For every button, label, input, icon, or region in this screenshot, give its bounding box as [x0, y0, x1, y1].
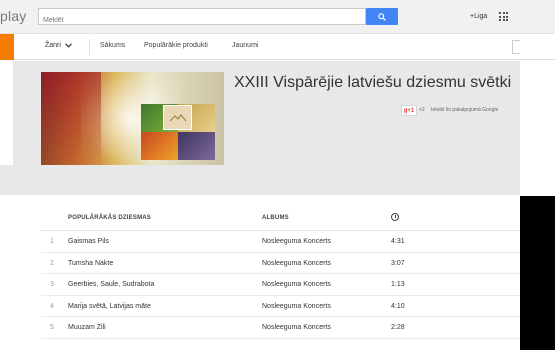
- music-section-accent: [0, 34, 14, 60]
- top-bar: play +Liga: [0, 0, 555, 34]
- category-nav-bar: Žanri Sākums Populārākie produkti Jaunum…: [0, 34, 555, 60]
- right-edge-shadow: [520, 196, 555, 350]
- song-title[interactable]: Tumsha Nakte: [68, 260, 113, 267]
- track-number: 5: [50, 324, 54, 331]
- table-row[interactable]: 1 Gaismas Pils Nosleeguma Koncerts 4:31: [41, 231, 520, 253]
- duration: 3:07: [391, 259, 405, 267]
- album-name[interactable]: Nosleeguma Koncerts: [262, 324, 331, 331]
- cover-quadrant-purple: [178, 132, 215, 160]
- cover-quadrant-orange: [141, 132, 178, 160]
- header-background-left: [0, 165, 14, 195]
- album-name[interactable]: Nosleeguma Koncerts: [262, 260, 331, 267]
- track-number: 4: [50, 302, 54, 310]
- clock-icon: [391, 213, 399, 221]
- album-name[interactable]: Nosleeguma Koncerts: [262, 238, 331, 245]
- song-title[interactable]: Geerbies, Saule, Sudrabota: [68, 281, 154, 288]
- user-profile-link[interactable]: +Liga: [470, 13, 487, 20]
- search-button[interactable]: [366, 8, 398, 25]
- genre-label: Žanri: [45, 42, 61, 49]
- nav-divider: [89, 39, 90, 55]
- apps-grid-icon[interactable]: [499, 12, 508, 21]
- album-cover-overlay: [41, 72, 101, 165]
- nav-item-top-products[interactable]: Populārākie produkti: [144, 42, 208, 49]
- search-box[interactable]: [38, 8, 366, 28]
- album-title: XXIII Vispārējie latviešu dziesmu svētki: [234, 74, 512, 91]
- table-row[interactable]: 5 Muuzam Zili Nosleeguma Koncerts 2:28: [41, 317, 520, 339]
- track-number: 1: [50, 238, 54, 245]
- table-row[interactable]: 2 Tumsha Nakte Nosleeguma Koncerts 3:07: [41, 253, 520, 274]
- nav-item-new[interactable]: Jaunumi: [232, 42, 258, 49]
- recommend-text: Ieteikt šo pakalpojumā Google: [431, 107, 499, 113]
- table-header: POPULĀRĀKĀS DZIESMAS ALBUMS: [41, 208, 520, 231]
- landscape-icon: [169, 113, 186, 121]
- plus-one-count: +2: [419, 107, 425, 113]
- left-panel: [0, 61, 14, 165]
- table-row[interactable]: 3 Geerbies, Saule, Sudrabota Nosleeguma …: [41, 274, 520, 296]
- song-title[interactable]: Marija svētā, Latvijas māte: [68, 303, 151, 310]
- track-number: 2: [50, 259, 54, 267]
- play-logo[interactable]: play: [0, 8, 26, 24]
- duration: 1:13: [391, 281, 405, 288]
- song-title[interactable]: Gaismas Pils: [68, 238, 109, 245]
- album-column-header: ALBUMS: [262, 215, 289, 221]
- chevron-down-icon: [65, 43, 72, 48]
- song-title[interactable]: Muuzam Zili: [68, 324, 106, 331]
- song-column-header: POPULĀRĀKĀS DZIESMAS: [68, 215, 152, 221]
- google-plus-one-button[interactable]: g+1: [401, 105, 417, 116]
- nav-item-home[interactable]: Sākums: [100, 42, 125, 49]
- search-icon: [378, 12, 386, 21]
- duration: 2:28: [391, 324, 405, 331]
- duration: 4:31: [391, 238, 405, 245]
- top-songs-table: POPULĀRĀKĀS DZIESMAS ALBUMS 1 Gaismas Pi…: [41, 208, 520, 339]
- album-name[interactable]: Nosleeguma Koncerts: [262, 303, 331, 310]
- album-name[interactable]: Nosleeguma Koncerts: [262, 281, 331, 288]
- duration: 4:10: [391, 302, 405, 310]
- table-row[interactable]: 4 Marija svētā, Latvijas māte Nosleeguma…: [41, 296, 520, 317]
- search-input[interactable]: [39, 13, 365, 28]
- genre-dropdown[interactable]: Žanri: [45, 42, 72, 49]
- nav-edge-button[interactable]: [512, 40, 520, 54]
- cover-center-emblem: [163, 105, 192, 130]
- track-number: 3: [50, 281, 54, 288]
